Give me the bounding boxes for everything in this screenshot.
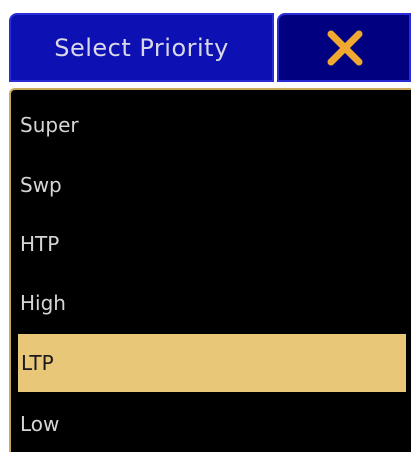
priority-option-label: High bbox=[20, 291, 66, 315]
priority-option-super[interactable]: Super bbox=[11, 101, 409, 149]
priority-option-label: LTP bbox=[21, 351, 54, 375]
dialog-title: Select Priority bbox=[9, 13, 274, 82]
priority-option-ltp[interactable]: LTP bbox=[18, 334, 406, 392]
close-button[interactable] bbox=[277, 13, 411, 82]
priority-option-label: Swp bbox=[20, 173, 62, 197]
dialog-title-text: Select Priority bbox=[54, 33, 229, 62]
close-x-icon bbox=[325, 28, 365, 68]
priority-list: Super Swp HTP High LTP Low bbox=[9, 88, 411, 452]
priority-option-label: Low bbox=[20, 412, 60, 436]
priority-option-htp[interactable]: HTP bbox=[11, 220, 409, 268]
priority-option-label: Super bbox=[20, 113, 79, 137]
priority-option-low[interactable]: Low bbox=[11, 400, 409, 448]
priority-option-label: HTP bbox=[20, 232, 60, 256]
priority-option-swp[interactable]: Swp bbox=[11, 161, 409, 209]
priority-option-high[interactable]: High bbox=[11, 279, 409, 327]
priority-dialog: Select Priority Super Swp HTP High LTP L… bbox=[0, 0, 411, 452]
